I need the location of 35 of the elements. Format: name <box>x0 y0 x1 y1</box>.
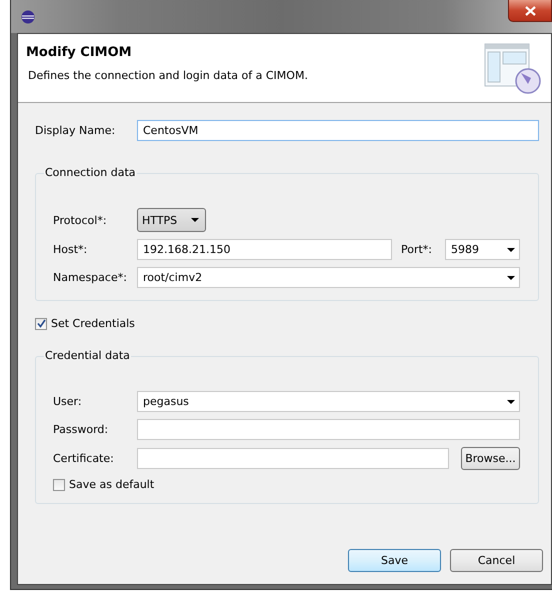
checkbox[interactable] <box>53 478 65 490</box>
checkbox[interactable] <box>35 318 47 330</box>
dialog-button[interactable]: Save <box>348 549 441 572</box>
field-label: Namespace*: <box>53 271 128 284</box>
checkbox-label: Save as default <box>69 478 154 491</box>
input-field[interactable] <box>137 448 449 469</box>
browse-button[interactable]: Browse... <box>461 447 520 470</box>
field-label: Port*: <box>400 243 434 256</box>
caret-icon <box>191 218 199 222</box>
window-gauge-icon <box>483 42 543 96</box>
field-label: Password: <box>53 423 110 436</box>
checkbox-label: Set Credentials <box>51 317 135 330</box>
field-label: User: <box>53 395 83 408</box>
close-button[interactable] <box>508 0 552 22</box>
dialog-description: Defines the connection and login data of a CIMOM. <box>27 69 308 82</box>
caret-icon <box>507 248 515 252</box>
caret-icon <box>507 400 515 404</box>
close-icon <box>524 6 536 16</box>
app-icon <box>21 10 35 24</box>
group-title: Credential data <box>44 349 131 362</box>
dropdown-button[interactable]: HTTPS <box>137 208 206 232</box>
input-field[interactable]: CentosVM <box>137 120 539 141</box>
dropdown-field[interactable]: pegasus <box>137 391 520 412</box>
field-label: Display Name: <box>35 124 116 137</box>
field-label: Certificate: <box>53 452 115 465</box>
caret-icon <box>507 276 515 280</box>
input-field[interactable]: 192.168.21.150 <box>137 239 392 260</box>
field-label: Host*: <box>53 243 88 256</box>
dropdown-field[interactable]: 5989 <box>445 239 520 260</box>
password-field[interactable] <box>137 419 520 440</box>
field-label: Protocol*: <box>53 214 108 226</box>
dialog-button[interactable]: Cancel <box>450 549 543 572</box>
dialog-title: Modify CIMOM <box>26 45 133 60</box>
dropdown-field[interactable]: root/cimv2 <box>137 267 520 288</box>
group-title: Connection data <box>44 166 137 179</box>
